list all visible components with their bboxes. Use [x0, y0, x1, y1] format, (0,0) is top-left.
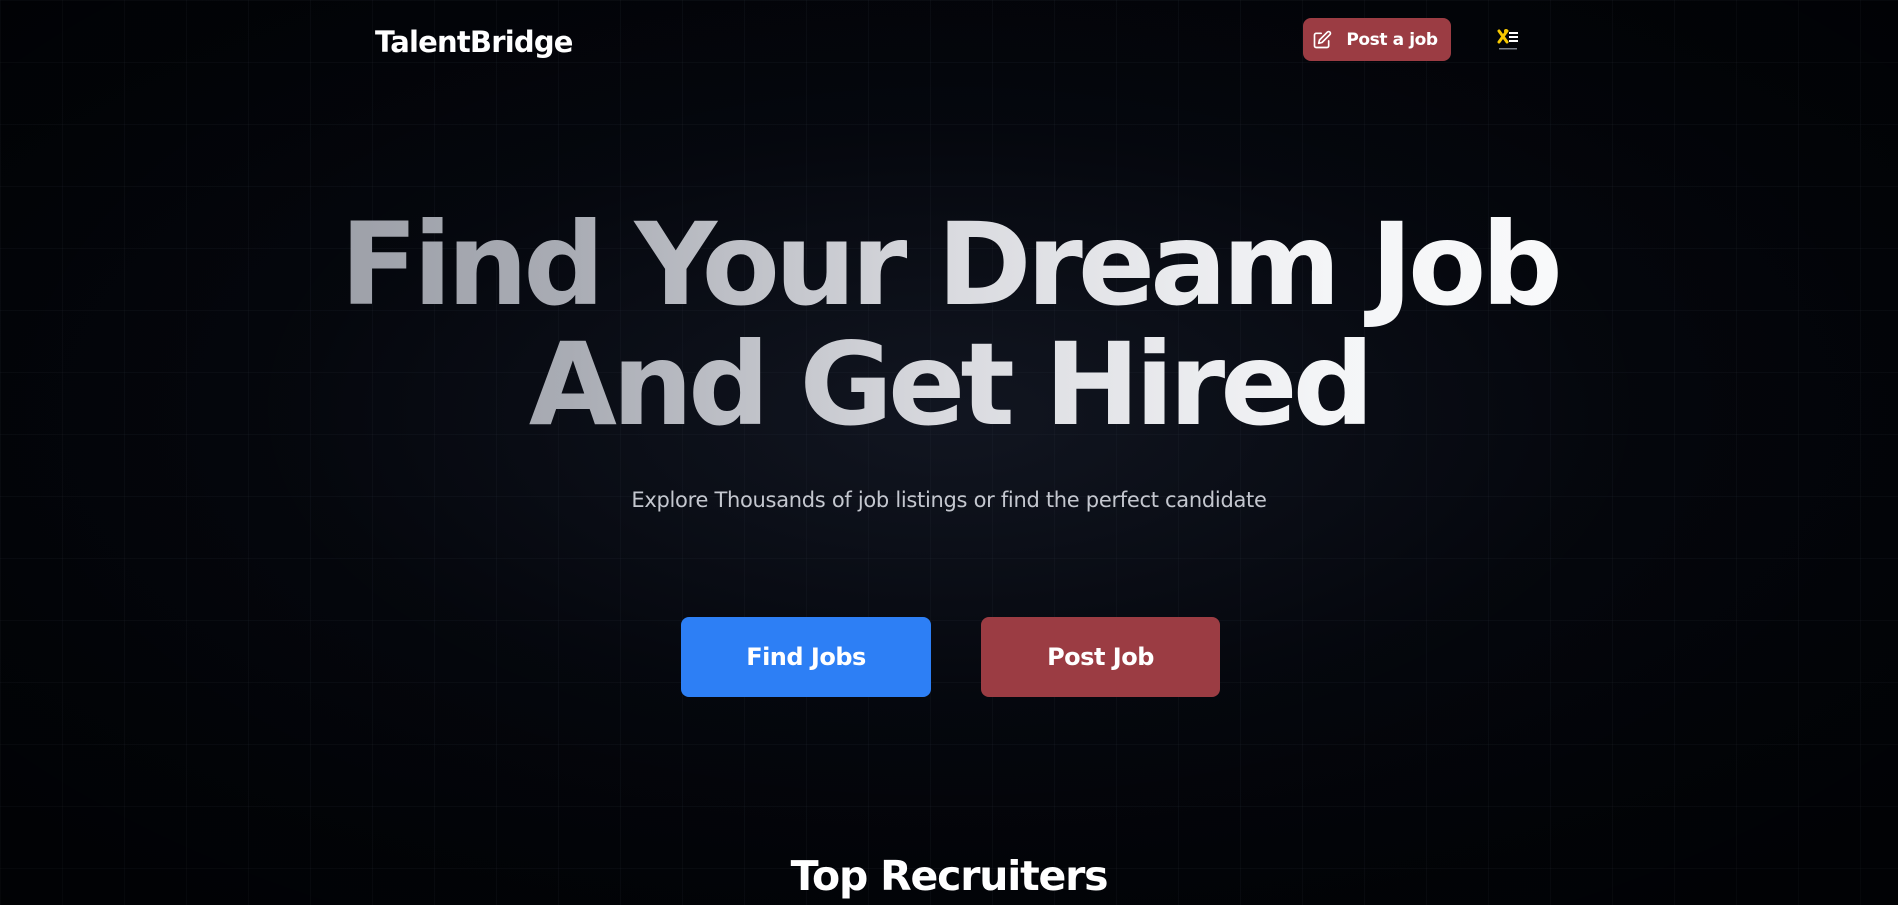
edit-icon — [1312, 30, 1332, 50]
hero-title-line1: Find Your Dream Job — [340, 198, 1558, 331]
background-vignette — [0, 0, 1898, 905]
user-menu-button[interactable] — [1496, 27, 1522, 55]
hero-title-line2: And Get Hired — [528, 318, 1370, 451]
hero-title: Find Your Dream Job And Get Hired — [0, 205, 1898, 445]
post-a-job-label: Post a job — [1346, 29, 1438, 50]
post-job-button[interactable]: Post Job — [981, 617, 1220, 697]
post-a-job-button[interactable]: Post a job — [1303, 18, 1451, 61]
user-avatar-icon — [1497, 29, 1518, 50]
brand-logo[interactable]: TalentBridge — [375, 22, 573, 62]
find-jobs-button[interactable]: Find Jobs — [681, 617, 931, 697]
hero-subtitle: Explore Thousands of job listings or fin… — [631, 488, 1267, 512]
top-recruiters-heading: Top Recruiters — [790, 852, 1109, 900]
top-navbar: TalentBridge Post a job — [0, 0, 1898, 82]
